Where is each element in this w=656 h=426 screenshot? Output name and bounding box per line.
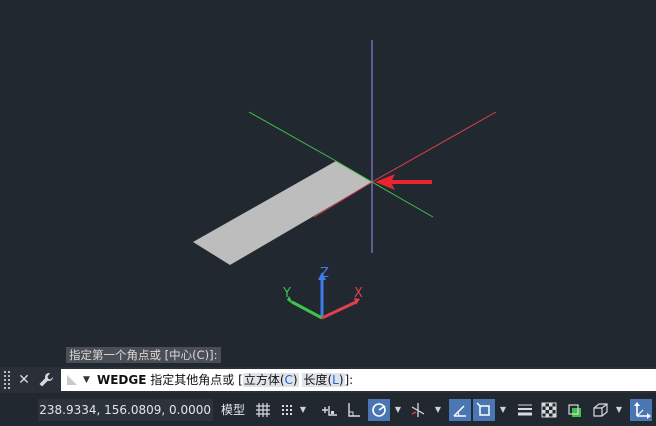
crosshair-x-line <box>371 111 497 183</box>
wrench-icon[interactable] <box>36 367 56 397</box>
osnap-icon[interactable] <box>473 399 495 421</box>
close-icon[interactable]: ✕ <box>15 367 33 393</box>
polar-icon[interactable] <box>368 399 390 421</box>
command-prompt-icon <box>67 375 77 385</box>
option-length-label: 长度 <box>303 373 328 387</box>
status-bar: 238.9334, 156.0809, 0.0000 模型 ▼ ▼ ▼ ▼ ▼ <box>0 395 656 426</box>
command-input[interactable]: ▼ WEDGE 指定其他角点或 [立方体(C) 长度(L)]: <box>61 369 656 391</box>
option-length-key: L <box>332 373 339 387</box>
command-text: WEDGE 指定其他角点或 [立方体(C) 长度(L)]: <box>97 369 353 391</box>
ucs-axis-icon: Z Y X <box>282 266 363 320</box>
3d-object-snap-dropdown-icon[interactable]: ▼ <box>614 399 624 421</box>
isodraft-icon[interactable] <box>407 399 429 421</box>
3d-object-snap-icon[interactable] <box>589 399 611 421</box>
osnap-dropdown-icon[interactable]: ▼ <box>498 399 508 421</box>
command-name: WEDGE <box>97 373 147 387</box>
command-history-line: 指定第一个角点或 [中心(C)]: <box>66 347 221 363</box>
command-prompt: 指定其他角点或 <box>150 373 235 387</box>
ucs-y-label: Y <box>282 286 291 301</box>
drag-grip-icon[interactable] <box>4 371 12 389</box>
wedge-base-face <box>193 161 372 265</box>
ortho-icon[interactable] <box>342 399 364 421</box>
lineweight-icon[interactable] <box>514 399 536 421</box>
coordinate-readout[interactable]: 238.9334, 156.0809, 0.0000 <box>38 399 213 421</box>
isodraft-dropdown-icon[interactable]: ▼ <box>433 399 443 421</box>
crosshair-y-line-a <box>248 111 337 162</box>
transparency-icon[interactable] <box>538 399 560 421</box>
bracket-close: ]: <box>344 373 354 387</box>
snap-icon[interactable] <box>276 399 298 421</box>
recent-commands-dropdown-icon[interactable]: ▼ <box>83 369 90 391</box>
direction-arrow <box>375 174 432 190</box>
grid-icon[interactable] <box>252 399 274 421</box>
drawing-viewport[interactable]: Z Y X <box>0 0 656 368</box>
option-cube-label: 立方体 <box>243 373 280 387</box>
ucs-x-label: X <box>354 286 363 301</box>
polar-dropdown-icon[interactable]: ▼ <box>393 399 403 421</box>
infer-constraints-icon[interactable] <box>318 399 340 421</box>
option-cube[interactable]: 立方体(C) <box>242 373 299 387</box>
option-length[interactable]: 长度(L) <box>302 373 345 387</box>
snap-dropdown-icon[interactable]: ▼ <box>298 399 308 421</box>
model-space-scene: Z Y X <box>193 40 497 320</box>
command-line-bar: ✕ ▼ WEDGE 指定其他角点或 [立方体(C) 长度(L)]: <box>0 367 656 393</box>
osnap-tracking-icon[interactable] <box>449 399 471 421</box>
dynamic-ucs-icon[interactable] <box>630 399 652 421</box>
selection-cycling-icon[interactable] <box>564 399 586 421</box>
model-space-button[interactable]: 模型 <box>216 399 250 421</box>
ucs-z-label: Z <box>320 266 329 281</box>
option-cube-key: C <box>284 373 293 387</box>
crosshair-y-line-b <box>371 181 434 218</box>
